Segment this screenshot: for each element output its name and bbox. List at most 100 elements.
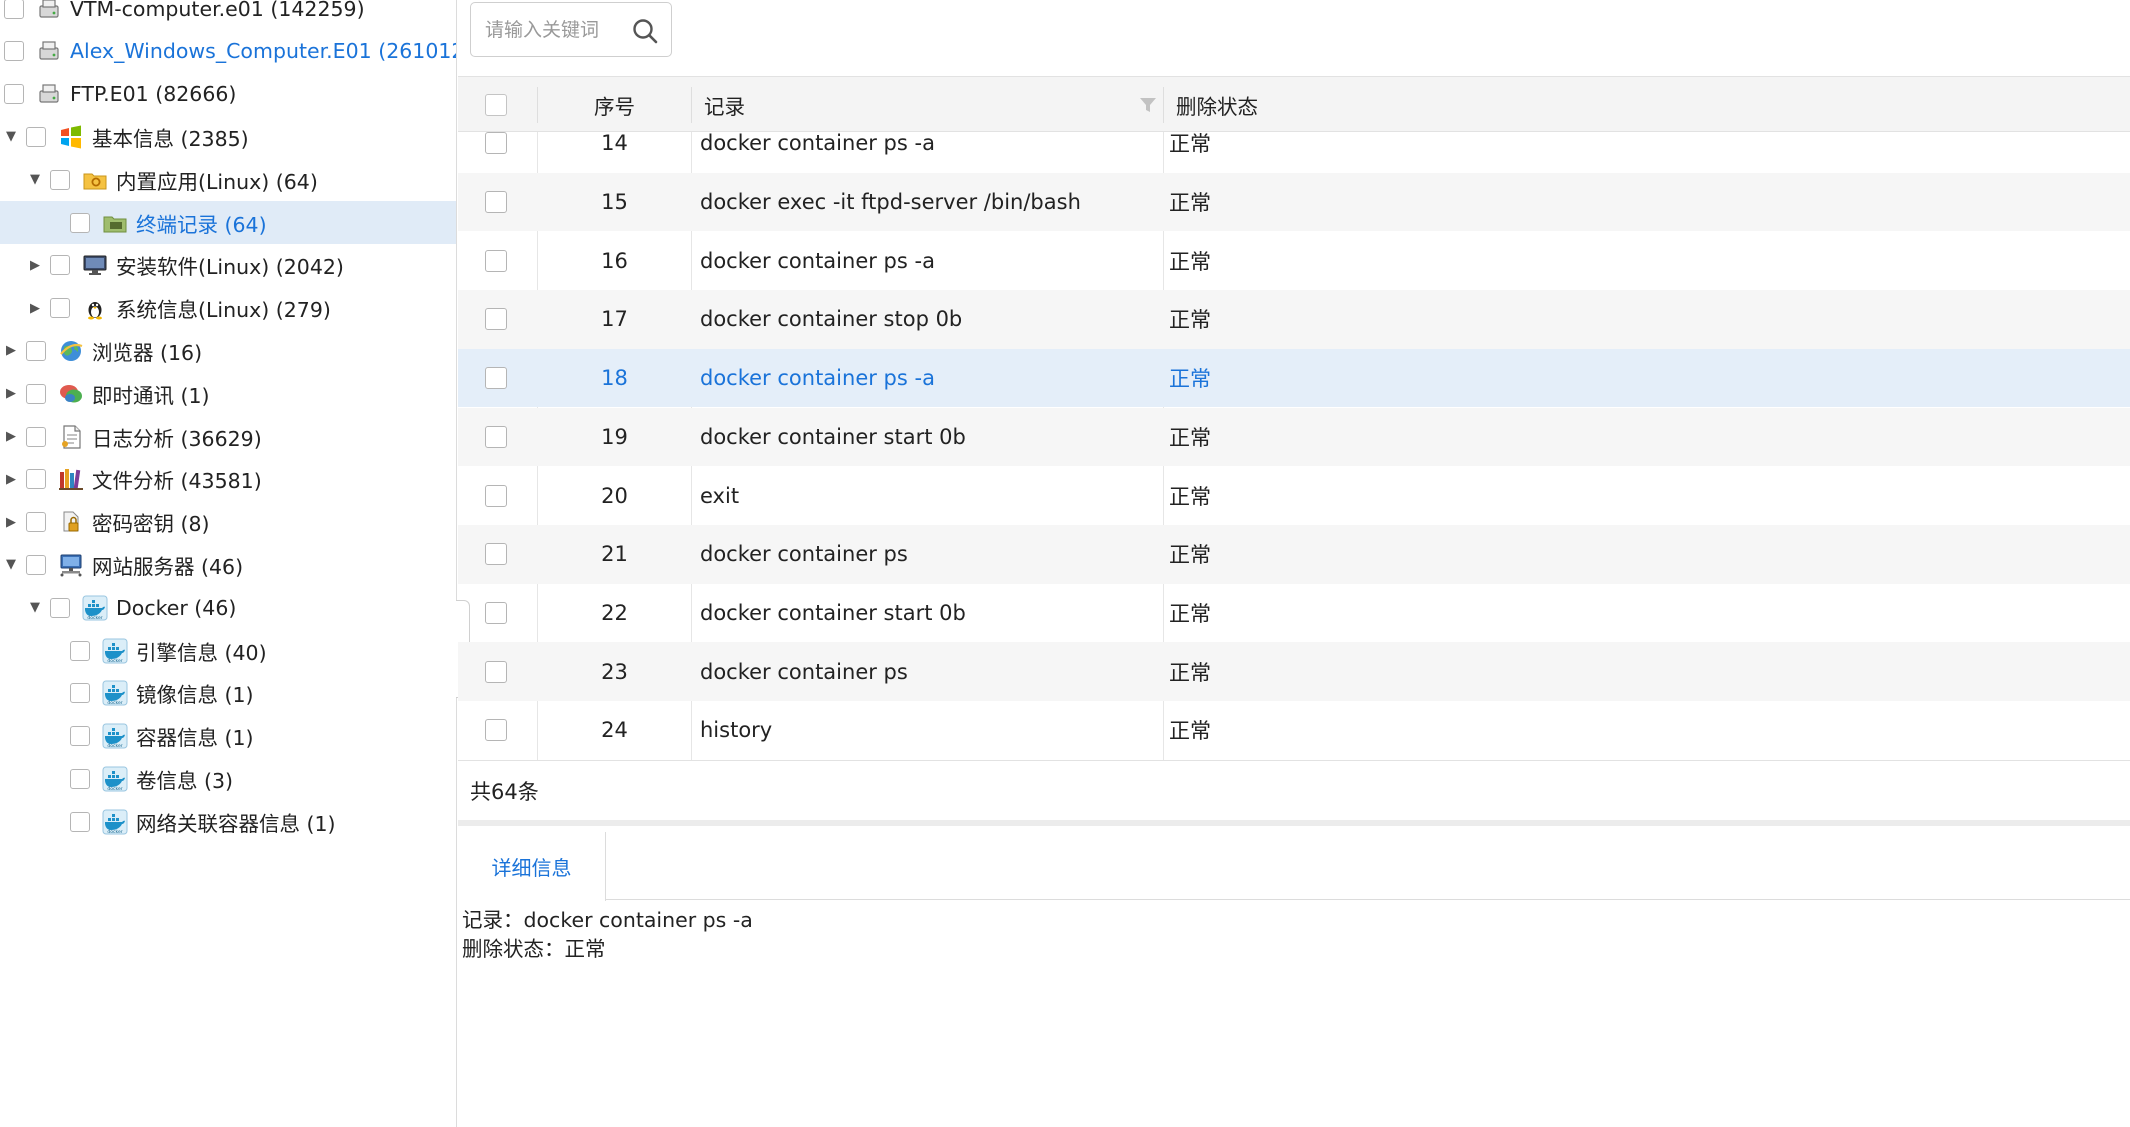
tree-node-checkbox[interactable] <box>70 726 90 747</box>
row-checkbox[interactable] <box>485 660 507 683</box>
tree-node-checkbox[interactable] <box>50 597 70 618</box>
tree-node[interactable]: ▶ 文件分析 (43581) <box>0 458 456 501</box>
tree-node[interactable]: docker 网络关联容器信息 (1) <box>0 800 456 843</box>
caret-right-icon[interactable]: ▶ <box>4 429 18 444</box>
tree-node-checkbox[interactable] <box>70 212 90 233</box>
row-checkbox[interactable] <box>485 719 507 742</box>
row-checkbox[interactable] <box>485 132 507 155</box>
table-row[interactable]: 17 docker container stop 0b 正常 <box>458 290 2130 349</box>
tree-node-label: 日志分析 (36629) <box>92 426 262 451</box>
tree-node-checkbox[interactable] <box>4 0 24 19</box>
row-checkbox[interactable] <box>485 308 507 331</box>
tree-node-checkbox[interactable] <box>26 554 46 575</box>
tree-node-checkbox[interactable] <box>50 298 70 319</box>
tree-node[interactable]: ▼ docker Docker (46) <box>0 586 456 629</box>
windows-logo-icon <box>58 124 84 150</box>
tree-node[interactable]: ▶ 即时通讯 (1) <box>0 372 456 415</box>
caret-down-icon[interactable]: ▼ <box>4 557 18 572</box>
caret-right-icon[interactable]: ▶ <box>4 472 18 487</box>
docker-icon: docker <box>82 595 108 621</box>
tree-node-checkbox[interactable] <box>26 469 46 490</box>
tree-node[interactable]: Alex_Windows_Computer.E01 (261012) <box>0 30 456 73</box>
row-checkbox[interactable] <box>485 367 507 390</box>
cell-index: 24 <box>601 718 628 743</box>
cell-status: 正常 <box>1169 132 1211 157</box>
caret-right-icon[interactable]: ▶ <box>28 258 42 273</box>
tree-node[interactable]: VTM-computer.e01 (142259) <box>0 0 456 30</box>
tree-node-checkbox[interactable] <box>26 126 46 147</box>
row-checkbox[interactable] <box>485 601 507 624</box>
tree-node[interactable]: ▶ 系统信息(Linux) (279) <box>0 287 456 330</box>
tree-node[interactable]: ▼ 网站服务器 (46) <box>0 543 456 586</box>
tree-node-label: 引擎信息 (40) <box>136 640 267 665</box>
row-checkbox[interactable] <box>485 484 507 507</box>
row-checkbox[interactable] <box>485 249 507 272</box>
docker-icon: docker <box>102 766 128 792</box>
table-row[interactable]: 14 docker container ps -a 正常 <box>458 132 2130 173</box>
table-row[interactable]: 22 docker container start 0b 正常 <box>458 584 2130 643</box>
tree-node-label: 网站服务器 (46) <box>92 554 244 579</box>
search-box <box>470 2 672 57</box>
search-icon[interactable] <box>631 17 659 45</box>
cell-record: docker container start 0b <box>700 600 966 625</box>
table-row[interactable]: 16 docker container ps -a 正常 <box>458 231 2130 290</box>
tree-node-checkbox[interactable] <box>4 84 24 105</box>
caret-down-icon[interactable]: ▼ <box>28 172 42 187</box>
table-row[interactable]: 23 docker container ps 正常 <box>458 642 2130 701</box>
caret-right-icon[interactable]: ▶ <box>4 515 18 530</box>
tab-detail-info[interactable]: 详细信息 <box>458 832 606 901</box>
caret-right-icon[interactable]: ▶ <box>4 343 18 358</box>
tree-node[interactable]: docker 镜像信息 (1) <box>0 672 456 715</box>
total-count: 共64条 <box>470 779 539 804</box>
row-checkbox[interactable] <box>485 191 507 214</box>
column-header-status[interactable]: 删除状态 <box>1176 77 1258 133</box>
tree-node-checkbox[interactable] <box>70 640 90 661</box>
tree-node-checkbox[interactable] <box>26 383 46 404</box>
tree-node[interactable]: ▶ 安装软件(Linux) (2042) <box>0 244 456 287</box>
cell-status: 正常 <box>1169 367 1211 392</box>
caret-right-icon[interactable]: ▶ <box>4 386 18 401</box>
tree-node[interactable]: ▶ 浏览器 (16) <box>0 329 456 372</box>
tree-node[interactable]: ▼ 内置应用(Linux) (64) <box>0 158 456 201</box>
tree-node[interactable]: ▼ 基本信息 (2385) <box>0 115 456 158</box>
table-row[interactable]: 20 exit 正常 <box>458 466 2130 525</box>
tree-node-checkbox[interactable] <box>26 340 46 361</box>
caret-down-icon[interactable]: ▼ <box>28 600 42 615</box>
tree-node[interactable]: ▶ 日志分析 (36629) <box>0 415 456 458</box>
tree-node-checkbox[interactable] <box>70 811 90 832</box>
caret-right-icon[interactable]: ▶ <box>28 301 42 316</box>
tree-node[interactable]: docker 卷信息 (3) <box>0 757 456 800</box>
tree-node-checkbox[interactable] <box>26 426 46 447</box>
table-row[interactable]: 15 docker exec -it ftpd-server /bin/bash 正… <box>458 172 2130 232</box>
tree-node-checkbox[interactable] <box>70 768 90 789</box>
row-checkbox[interactable] <box>485 543 507 566</box>
cell-status: 正常 <box>1169 191 1211 216</box>
cell-record: exit <box>700 483 740 508</box>
tree-node-checkbox[interactable] <box>26 512 46 533</box>
tree-node-checkbox[interactable] <box>50 255 70 276</box>
tree-node[interactable]: 终端记录 (64) <box>0 201 456 244</box>
select-all-checkbox[interactable] <box>485 77 507 133</box>
tree-node-checkbox[interactable] <box>70 683 90 704</box>
caret-down-icon[interactable]: ▼ <box>4 129 18 144</box>
tree-node[interactable]: docker 容器信息 (1) <box>0 715 456 758</box>
filter-icon[interactable] <box>1139 96 1157 114</box>
docker-icon: docker <box>102 723 128 749</box>
tree-node-checkbox[interactable] <box>4 41 24 62</box>
navigation-tree: VTM-computer.e01 (142259) Alex_Windows_Co… <box>0 0 457 1127</box>
table-row[interactable]: 18 docker container ps -a 正常 <box>458 348 2130 408</box>
tree-node[interactable]: ▶ 密码密钥 (8) <box>0 501 456 544</box>
table-row[interactable]: 24 history 正常 <box>458 701 2130 760</box>
column-header-index[interactable]: 序号 <box>538 77 691 133</box>
cell-index: 17 <box>601 307 628 332</box>
detail-record: 记录：docker container ps -a <box>462 908 753 932</box>
tree-node-checkbox[interactable] <box>50 169 70 190</box>
tree-node[interactable]: FTP.E01 (82666) <box>0 73 456 116</box>
table-row[interactable]: 19 docker container start 0b 正常 <box>458 407 2130 467</box>
tree-node[interactable]: docker 引擎信息 (40) <box>0 629 456 672</box>
column-header-record[interactable]: 记录 <box>704 77 745 133</box>
tree-node-label: Alex_Windows_Computer.E01 (261012) <box>70 39 457 64</box>
search-input[interactable] <box>485 18 635 41</box>
table-row[interactable]: 21 docker container ps 正常 <box>458 524 2130 584</box>
row-checkbox[interactable] <box>485 425 507 448</box>
